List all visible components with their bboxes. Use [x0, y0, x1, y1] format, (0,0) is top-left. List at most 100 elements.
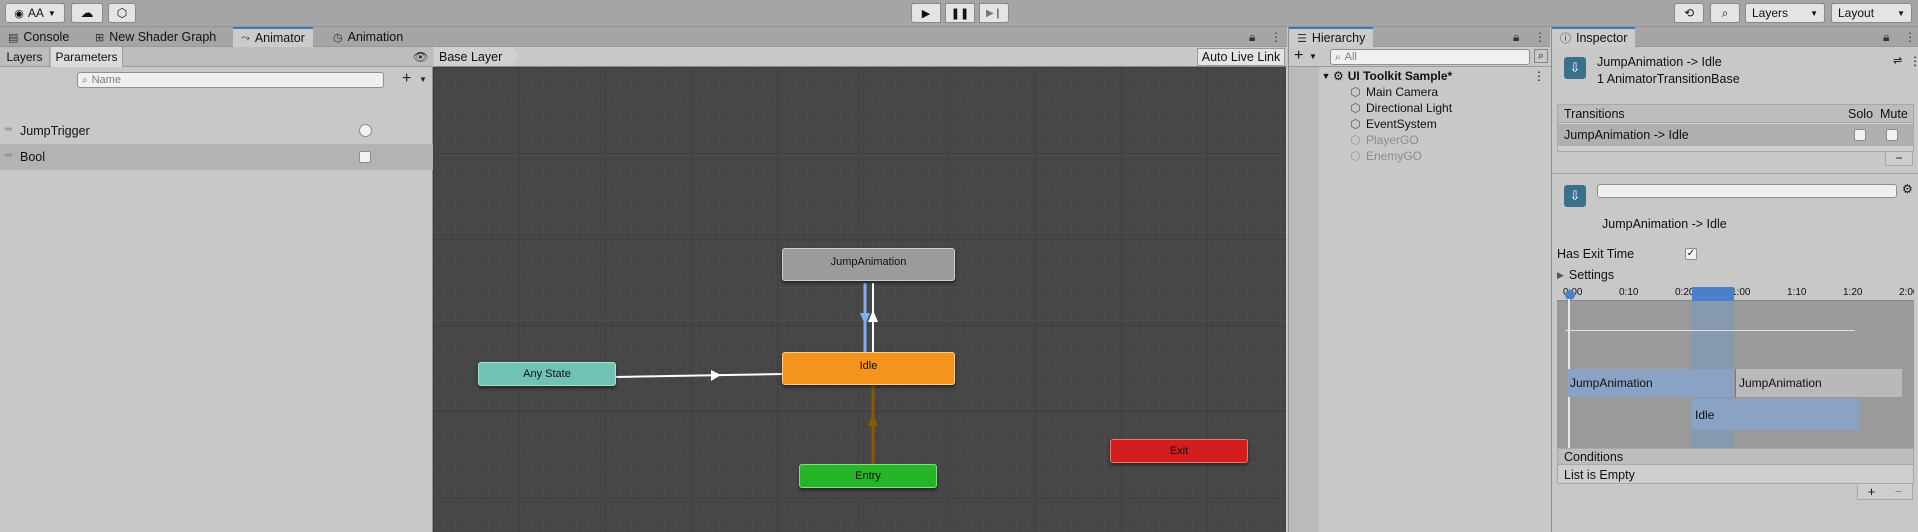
step-icon: ▶❙: [985, 7, 1003, 19]
conditions-header: Conditions: [1558, 449, 1913, 465]
remove-condition-button[interactable]: −: [1895, 484, 1903, 499]
kebab-menu-icon[interactable]: ⋮: [1270, 30, 1282, 44]
kebab-menu-icon[interactable]: ⋮: [1533, 69, 1545, 83]
parameter-row-jumptrigger[interactable]: ═ JumpTrigger: [0, 118, 433, 144]
tab-animation[interactable]: ◷ Animation: [325, 27, 411, 47]
hierarchy-search-input[interactable]: ⌕ All: [1330, 49, 1530, 65]
kebab-menu-icon[interactable]: ⋮: [1909, 54, 1918, 68]
step-button[interactable]: ▶❙: [979, 3, 1009, 23]
transition-arrow-icon: [711, 370, 721, 381]
subtab-layers[interactable]: Layers: [0, 47, 50, 67]
kebab-menu-icon[interactable]: ⋮: [1534, 30, 1546, 44]
history-button[interactable]: ⟲: [1674, 3, 1704, 23]
tab-inspector-label: Inspector: [1576, 31, 1628, 45]
subtab-parameters[interactable]: Parameters: [51, 47, 123, 67]
kebab-menu-icon[interactable]: ⋮: [1904, 30, 1916, 44]
auto-live-link-label: Auto Live Link: [1201, 50, 1281, 64]
transition-icon: ⇩: [1564, 57, 1586, 79]
play-button[interactable]: ▶: [911, 3, 941, 23]
list-item[interactable]: ⬡ EnemyGO: [1349, 148, 1549, 164]
has-exit-time-checkbox[interactable]: ✓: [1685, 248, 1697, 260]
account-dropdown[interactable]: ◉ AA ▼: [5, 3, 65, 23]
tab-new-shader-graph[interactable]: ⊞ New Shader Graph: [87, 27, 224, 47]
clip-bar-source[interactable]: JumpAnimation: [1567, 369, 1734, 397]
inspector-window: ⓘ Inspector 🔒︎ ⋮ ⇩ JumpAnimation -> Idle…: [1551, 27, 1918, 532]
state-machine-graph[interactable]: JumpAnimation Idle Any State Entry Exit: [433, 67, 1286, 532]
list-item[interactable]: ⬡ Main Camera: [1349, 84, 1549, 100]
foldout-arrow-icon: ▶: [1557, 269, 1564, 280]
hierarchy-tab-bar: ☰ Hierarchy 🔒︎ ⋮: [1289, 27, 1550, 47]
any-state-to-idle-transition[interactable]: [615, 373, 783, 378]
gameobject-icon: ⬡: [1350, 101, 1361, 115]
state-node-idle[interactable]: Idle: [782, 352, 955, 385]
clip-bar-destination[interactable]: Idle: [1692, 399, 1859, 430]
playhead-icon[interactable]: [1565, 290, 1575, 300]
state-node-any-state[interactable]: Any State: [478, 362, 616, 386]
console-icon: ▤: [8, 31, 19, 44]
eye-icon[interactable]: 👁︎: [413, 50, 428, 64]
mute-checkbox[interactable]: [1886, 129, 1898, 141]
add-object-icon[interactable]: +: [1294, 47, 1303, 65]
search-icon: ⌕: [1335, 51, 1341, 63]
clip-label: JumpAnimation: [1570, 376, 1653, 390]
clip-bar-source-next[interactable]: JumpAnimation: [1735, 369, 1902, 397]
lock-icon[interactable]: 🔒︎: [1249, 30, 1255, 45]
gear-icon[interactable]: ⚙: [1902, 182, 1913, 196]
layout-label: Layout: [1838, 6, 1875, 20]
hierarchy-search-placeholder: All: [1344, 51, 1357, 63]
tab-animator[interactable]: ⤳ Animator: [233, 27, 313, 47]
collab-button[interactable]: ⬡: [108, 3, 136, 23]
list-item[interactable]: ⬡ EventSystem: [1349, 116, 1549, 132]
state-node-entry[interactable]: Entry: [799, 464, 937, 488]
settings-foldout[interactable]: ▶ Settings: [1557, 267, 1614, 283]
add-parameter-icon[interactable]: +: [402, 70, 411, 88]
chevron-down-icon[interactable]: ▼: [419, 75, 427, 84]
tab-inspector[interactable]: ⓘ Inspector: [1552, 27, 1636, 47]
chevron-down-icon[interactable]: ▼: [1309, 52, 1317, 61]
lock-icon[interactable]: 🔒︎: [1883, 30, 1889, 45]
state-node-jumpanimation[interactable]: JumpAnimation: [782, 248, 955, 281]
transition-arrow-icon: [860, 313, 870, 325]
scene-label: UI Toolkit Sample*: [1347, 69, 1453, 83]
lock-icon[interactable]: 🔒︎: [1513, 30, 1519, 45]
trigger-radio[interactable]: [359, 124, 372, 137]
drag-handle-icon[interactable]: ═: [5, 124, 12, 135]
tab-hierarchy-label: Hierarchy: [1311, 31, 1366, 45]
transition-timeline[interactable]: 0:00 0:10 0:20 1:00 1:10 1:20 2:00 JumpA…: [1557, 287, 1914, 459]
scene-search-icon[interactable]: ⌕: [1534, 49, 1548, 63]
state-node-label: JumpAnimation: [830, 255, 907, 268]
account-label: AA: [27, 6, 44, 20]
drag-handle-icon[interactable]: ═: [5, 150, 12, 161]
foldout-arrow-icon[interactable]: ▼: [1319, 71, 1333, 81]
parameter-row-bool[interactable]: ═ Bool: [0, 144, 433, 170]
state-node-exit[interactable]: Exit: [1110, 439, 1248, 463]
transition-name-input[interactable]: [1597, 184, 1897, 198]
cloud-button[interactable]: ☁: [71, 3, 103, 23]
layers-dropdown[interactable]: Layers ▼: [1745, 3, 1825, 23]
list-item[interactable]: ⬡ PlayerGO: [1349, 132, 1549, 148]
transition-label: JumpAnimation -> Idle: [1602, 217, 1727, 231]
breadcrumb[interactable]: Base Layer: [434, 47, 520, 66]
transition-handle[interactable]: [1692, 287, 1734, 301]
parameter-search-input[interactable]: ⌕ Name: [77, 72, 384, 88]
settings-sliders-icon[interactable]: ⇌: [1893, 54, 1902, 67]
minus-label: −: [1895, 151, 1903, 165]
table-row[interactable]: JumpAnimation -> Idle: [1558, 124, 1913, 146]
tab-shader-label: New Shader Graph: [109, 30, 217, 44]
hierarchy-item-label: EventSystem: [1366, 117, 1437, 131]
solo-checkbox[interactable]: [1854, 129, 1866, 141]
search-button[interactable]: ⌕: [1710, 3, 1740, 23]
unity-scene-icon: ⚙: [1333, 69, 1344, 83]
list-item[interactable]: ⬡ Directional Light: [1349, 100, 1549, 116]
layout-dropdown[interactable]: Layout ▼: [1831, 3, 1912, 23]
pause-button[interactable]: ❚❚: [945, 3, 975, 23]
clip-label: Idle: [1695, 407, 1715, 422]
bool-checkbox[interactable]: [359, 151, 371, 163]
tab-hierarchy[interactable]: ☰ Hierarchy: [1289, 27, 1374, 47]
add-condition-button[interactable]: +: [1868, 484, 1876, 499]
auto-live-link-button[interactable]: Auto Live Link: [1197, 48, 1285, 66]
remove-transition-button[interactable]: −: [1885, 152, 1913, 166]
scene-row[interactable]: ▼ ⚙ UI Toolkit Sample* ⋮: [1319, 68, 1551, 84]
tab-console[interactable]: ▤ Console: [0, 27, 77, 47]
transition-row-label: JumpAnimation -> Idle: [1564, 128, 1689, 142]
